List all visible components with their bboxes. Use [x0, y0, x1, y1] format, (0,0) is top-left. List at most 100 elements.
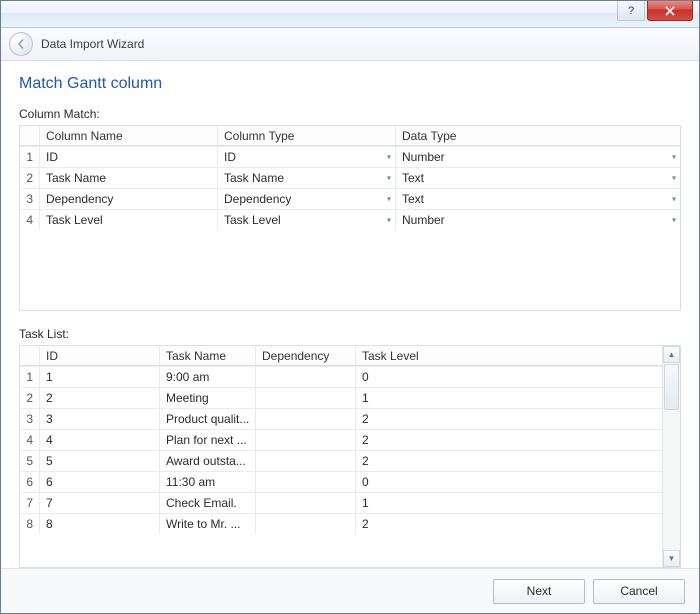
chevron-down-icon: ▾ [672, 153, 676, 162]
task-list-header-dep: Dependency [256, 346, 356, 366]
column-name-cell[interactable]: Task Name [40, 168, 218, 188]
row-index: 4 [20, 430, 40, 450]
task-list-row[interactable]: 22Meeting1 [20, 388, 662, 409]
task-list-header-index [20, 346, 40, 366]
task-dependency-cell [256, 493, 356, 513]
task-level-cell: 2 [356, 409, 662, 429]
task-name-cell: Plan for next ... [160, 430, 256, 450]
task-name-cell: Product qualit... [160, 409, 256, 429]
column-match-row[interactable]: 3DependencyDependency▾Text▾ [20, 189, 680, 210]
task-level-cell: 0 [356, 472, 662, 492]
task-name-cell: Award outsta... [160, 451, 256, 471]
chevron-down-icon: ▾ [387, 153, 391, 162]
task-list-row[interactable]: 44Plan for next ...2 [20, 430, 662, 451]
task-dependency-cell [256, 367, 356, 387]
arrow-left-icon [16, 39, 26, 49]
help-icon: ? [628, 5, 634, 17]
task-list-scrollbar[interactable]: ▲ ▼ [662, 346, 680, 567]
chevron-down-icon: ▾ [387, 195, 391, 204]
scroll-down-button[interactable]: ▼ [663, 550, 680, 567]
column-match-header-index [20, 126, 40, 146]
column-type-select[interactable]: Task Level▾ [218, 210, 396, 230]
back-button[interactable] [9, 32, 33, 56]
task-name-cell: Meeting [160, 388, 256, 408]
page-title: Match Gantt column [19, 75, 681, 93]
scroll-thumb[interactable] [664, 364, 679, 410]
task-list-row[interactable]: 33Product qualit...2 [20, 409, 662, 430]
column-type-select[interactable]: Task Name▾ [218, 168, 396, 188]
task-dependency-cell [256, 451, 356, 471]
column-name-cell[interactable]: ID [40, 147, 218, 167]
wizard-header: Data Import Wizard [1, 28, 699, 61]
caret-up-icon: ▲ [668, 350, 676, 359]
column-match-row[interactable]: 1IDID▾Number▾ [20, 147, 680, 168]
task-id-cell: 1 [40, 367, 160, 387]
chevron-down-icon: ▾ [672, 216, 676, 225]
row-index: 8 [20, 514, 40, 534]
task-dependency-cell [256, 472, 356, 492]
row-index: 6 [20, 472, 40, 492]
task-level-cell: 1 [356, 388, 662, 408]
wizard-content: Match Gantt column Column Match: Column … [1, 61, 699, 568]
task-dependency-cell [256, 388, 356, 408]
column-type-select[interactable]: Dependency▾ [218, 189, 396, 209]
task-level-cell: 2 [356, 514, 662, 534]
task-list-header-id: ID [40, 346, 160, 366]
column-match-header-data: Data Type [396, 126, 680, 146]
task-id-cell: 2 [40, 388, 160, 408]
task-list-header-row: ID Task Name Dependency Task Level [20, 346, 662, 367]
task-id-cell: 4 [40, 430, 160, 450]
task-list-row[interactable]: 6611:30 am0 [20, 472, 662, 493]
column-match-label: Column Match: [19, 107, 681, 121]
row-index: 3 [20, 409, 40, 429]
column-match-header-name: Column Name [40, 126, 218, 146]
column-type-select[interactable]: ID▾ [218, 147, 396, 167]
task-name-cell: Write to Mr. ... [160, 514, 256, 534]
task-list-label: Task List: [19, 327, 681, 341]
task-dependency-cell [256, 514, 356, 534]
row-index: 1 [20, 367, 40, 387]
task-id-cell: 6 [40, 472, 160, 492]
data-type-select[interactable]: Text▾ [396, 168, 680, 188]
task-name-cell: 11:30 am [160, 472, 256, 492]
next-button[interactable]: Next [493, 579, 585, 604]
chevron-down-icon: ▾ [672, 195, 676, 204]
task-list-header-level: Task Level [356, 346, 662, 366]
column-name-cell[interactable]: Task Level [40, 210, 218, 230]
data-type-select[interactable]: Number▾ [396, 147, 680, 167]
task-list-row[interactable]: 119:00 am0 [20, 367, 662, 388]
close-button[interactable] [647, 1, 693, 21]
task-id-cell: 5 [40, 451, 160, 471]
row-index: 7 [20, 493, 40, 513]
task-dependency-cell [256, 409, 356, 429]
data-type-select[interactable]: Number▾ [396, 210, 680, 230]
task-name-cell: 9:00 am [160, 367, 256, 387]
row-index: 4 [20, 210, 40, 230]
column-match-header-type: Column Type [218, 126, 396, 146]
data-type-select[interactable]: Text▾ [396, 189, 680, 209]
help-button[interactable]: ? [617, 1, 645, 21]
task-list-row[interactable]: 88Write to Mr. ...2 [20, 514, 662, 534]
row-index: 1 [20, 147, 40, 167]
task-list-row[interactable]: 55Award outsta...2 [20, 451, 662, 472]
task-list-header-name: Task Name [160, 346, 256, 366]
column-name-cell[interactable]: Dependency [40, 189, 218, 209]
task-id-cell: 7 [40, 493, 160, 513]
row-index: 5 [20, 451, 40, 471]
cancel-button[interactable]: Cancel [593, 579, 685, 604]
column-match-row[interactable]: 4Task LevelTask Level▾Number▾ [20, 210, 680, 230]
column-match-row[interactable]: 2Task NameTask Name▾Text▾ [20, 168, 680, 189]
row-index: 2 [20, 388, 40, 408]
wizard-window: ? Data Import Wizard Match Gantt column … [0, 0, 700, 614]
task-level-cell: 2 [356, 451, 662, 471]
row-index: 3 [20, 189, 40, 209]
chevron-down-icon: ▾ [387, 174, 391, 183]
scroll-up-button[interactable]: ▲ [663, 346, 680, 363]
task-id-cell: 3 [40, 409, 160, 429]
task-name-cell: Check Email. [160, 493, 256, 513]
column-match-table: Column Name Column Type Data Type 1IDID▾… [19, 125, 681, 311]
chevron-down-icon: ▾ [672, 174, 676, 183]
task-id-cell: 8 [40, 514, 160, 534]
task-list-row[interactable]: 77Check Email.1 [20, 493, 662, 514]
chevron-down-icon: ▾ [387, 216, 391, 225]
